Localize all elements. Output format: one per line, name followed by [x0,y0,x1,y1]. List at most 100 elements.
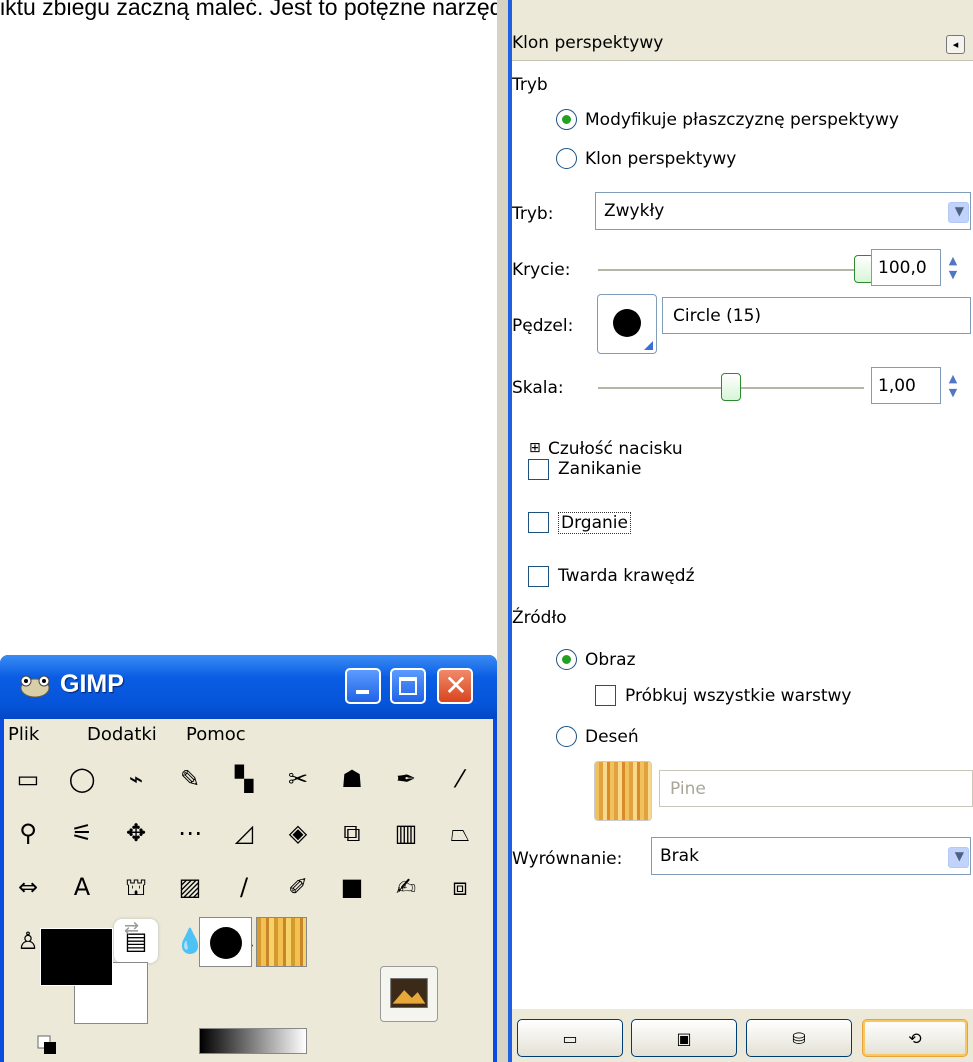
gimp-window-title: GIMP [60,670,124,698]
opacity-value: 100,0 [878,258,927,278]
panel-menu-button[interactable]: ◂ [946,35,965,54]
alignment-label: Wyrównanie: [512,849,623,869]
flip-icon[interactable]: ⇔ [6,865,50,909]
brush-name-field[interactable]: Circle (15) [662,297,971,334]
scale-spinbox[interactable]: 1,00 ▲ ▼ [871,367,957,404]
ellipse-select-icon[interactable]: ◯ [60,757,104,801]
restore-icon: ▣ [676,1028,692,1048]
alignment-value: Brak [660,846,699,866]
reset-colors-icon[interactable] [36,1034,58,1056]
pattern-select-button[interactable] [594,761,652,821]
jitter-label[interactable]: Drganie [558,512,631,534]
crop-icon[interactable]: ◿ [222,811,266,855]
save-icon: ▭ [562,1028,578,1048]
brush-circle-icon [210,927,242,959]
sample-merged-label[interactable]: Próbkuj wszystkie warstwy [625,686,851,706]
brush-select-button[interactable] [597,294,657,354]
source-image-label[interactable]: Obraz [585,650,636,670]
rotate-icon[interactable]: ◈ [276,811,320,855]
hard-edge-label[interactable]: Twarda krawędź [558,566,695,586]
opacity-spinbox[interactable]: 100,0 ▲ ▼ [871,249,957,286]
scale-slider-thumb[interactable] [721,373,741,401]
minimize-button[interactable] [345,668,381,704]
airbrush-icon[interactable]: ✍ [384,865,428,909]
radio-source-pattern[interactable] [556,726,577,747]
active-gradient-indicator[interactable] [199,1028,307,1054]
pattern-name-field[interactable]: Pine [659,770,973,807]
close-button[interactable]: ✕ [437,668,473,704]
maximize-button[interactable] [390,668,426,704]
reset-icon: ⟲ [908,1028,922,1048]
paths-icon[interactable]: ✒ [384,757,428,801]
chevron-down-icon: ▼ [954,849,964,863]
scissors-icon[interactable]: ✂ [276,757,320,801]
pressure-sensitivity-expander[interactable]: Czułość nacisku [548,439,683,459]
bucket-fill-icon[interactable]: ⛫ [114,865,158,909]
swap-colors-icon[interactable]: ⇄ [124,918,139,939]
spin-arrows-icon[interactable]: ▲ ▼ [944,254,962,284]
paintbrush-icon[interactable]: ✐ [276,865,320,909]
radio-modify-plane[interactable] [556,109,577,130]
corner-arrow-icon [644,341,653,350]
eraser-icon[interactable]: ■ [330,865,374,909]
source-section-label: Źródło [512,608,567,628]
blend-mode-label: Tryb: [512,204,554,224]
save-options-button[interactable]: ▭ [517,1019,623,1057]
radio-source-image[interactable] [556,649,577,670]
reset-options-button[interactable]: ⟲ [862,1019,968,1057]
fuzzy-select-icon[interactable]: ✎ [168,757,212,801]
color-picker-icon[interactable]: ⁄ [438,757,482,801]
active-brush-indicator[interactable] [199,917,252,967]
active-image-indicator[interactable] [380,966,438,1022]
panel-title: Klon perspektywy [512,33,664,53]
checkbox-hard-edge[interactable] [528,566,549,587]
zoom-icon[interactable]: ⚲ [6,811,50,855]
radio-perspective-clone-label[interactable]: Klon perspektywy [585,149,736,169]
mode-section-label: Tryb [512,75,548,95]
gimp-title-bar[interactable]: GIMP ✕ [0,655,497,719]
source-pattern-label[interactable]: Deseń [585,727,639,747]
shear-icon[interactable]: ▥ [384,811,428,855]
measure-icon[interactable]: ⚟ [60,811,104,855]
gimp-logo-icon [20,675,50,698]
free-select-icon[interactable]: ⌁ [114,757,158,801]
foreground-select-icon[interactable]: ☗ [330,757,374,801]
blend-icon[interactable]: ▨ [168,865,212,909]
brush-label: Pędzel: [512,316,574,336]
opacity-slider-track[interactable] [598,269,864,271]
scale-icon[interactable]: ⧉ [330,811,374,855]
spin-arrows-icon[interactable]: ▲ ▼ [944,372,962,402]
image-thumbnail-icon [390,978,428,1008]
opacity-label: Krycie: [512,260,571,280]
tool-options-panel: Klon perspektywy ◂ Tryb Modyfikuje płasz… [512,0,973,1062]
active-pattern-indicator[interactable] [256,917,307,967]
delete-options-button[interactable]: ⛁ [746,1019,852,1057]
alignment-combo[interactable]: Brak ▼ [651,837,971,875]
fade-label[interactable]: Zanikanie [558,459,641,479]
panel-header: Klon perspektywy ◂ [512,27,973,61]
ink-icon[interactable]: ⧈ [438,865,482,909]
move-icon[interactable]: ✥ [114,811,158,855]
menu-dodatki[interactable]: Dodatki [87,724,157,745]
foreground-color-swatch-top[interactable] [40,928,113,986]
menu-plik[interactable]: Plik [8,724,39,745]
pencil-icon[interactable]: ∕ [222,865,266,909]
menubar: Plik Dodatki Pomoc [4,719,493,755]
delete-icon: ⛁ [792,1028,806,1048]
checkbox-fade[interactable] [528,459,549,480]
restore-options-button[interactable]: ▣ [631,1019,737,1057]
minimize-icon [356,690,369,694]
checkbox-jitter[interactable] [528,512,549,533]
rect-select-icon[interactable]: ▭ [6,757,50,801]
tool-options-content: Tryb Modyfikuje płaszczyznę perspektywy … [512,61,973,1009]
perspective-icon[interactable]: ⏢ [438,811,482,855]
align-icon[interactable]: ⋯ [168,811,212,855]
checkbox-sample-merged[interactable] [595,685,616,706]
text-icon[interactable]: A [60,865,104,909]
blend-mode-combo[interactable]: Zwykły ▼ [595,192,971,230]
radio-perspective-clone[interactable] [556,148,577,169]
menu-pomoc[interactable]: Pomoc [186,724,246,745]
radio-modify-plane-label[interactable]: Modyfikuje płaszczyznę perspektywy [585,110,899,130]
select-by-color-icon[interactable]: ▚ [222,757,266,801]
expander-icon[interactable]: ⊞ [529,440,541,456]
